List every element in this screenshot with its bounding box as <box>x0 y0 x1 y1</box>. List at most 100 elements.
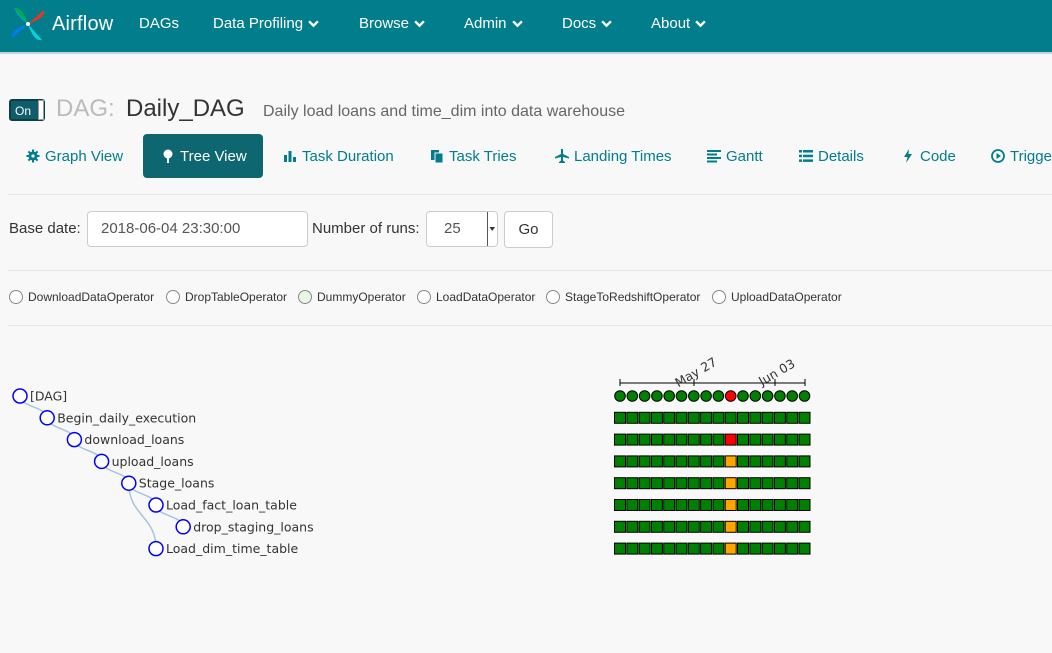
task-instance-square[interactable] <box>786 499 799 511</box>
task-instance-square[interactable] <box>700 499 713 511</box>
dag-run-circle[interactable] <box>614 390 626 402</box>
task-instance-square[interactable] <box>663 542 676 555</box>
nav-dags[interactable]: DAGs <box>139 15 179 32</box>
task-instance-square[interactable] <box>650 433 663 446</box>
task-instance-square[interactable] <box>687 433 700 446</box>
task-instance-square[interactable] <box>798 542 811 555</box>
task-instance-square[interactable] <box>724 433 737 446</box>
nav-docs[interactable]: Docs <box>562 15 612 32</box>
task-instance-square[interactable] <box>663 433 676 446</box>
tab-graph-view[interactable]: Graph View <box>26 134 123 178</box>
task-instance-square[interactable] <box>687 542 700 555</box>
task-instance-square[interactable] <box>786 477 799 490</box>
brand-logo-link[interactable]: Airflow <box>8 4 113 44</box>
task-instance-square[interactable] <box>614 411 626 424</box>
task-instance-square[interactable] <box>786 455 799 468</box>
task-instance-square[interactable] <box>737 499 749 511</box>
task-instance-square[interactable] <box>712 520 725 533</box>
task-instance-square[interactable] <box>675 477 688 490</box>
tree-node-circle[interactable] <box>93 453 110 470</box>
task-instance-square[interactable] <box>786 520 799 533</box>
task-instance-square[interactable] <box>724 477 737 490</box>
task-instance-square[interactable] <box>724 542 737 555</box>
task-instance-square[interactable] <box>712 455 725 468</box>
task-instance-square[interactable] <box>614 433 626 446</box>
task-instance-square[interactable] <box>638 542 651 555</box>
tree-node-circle[interactable] <box>39 410 55 426</box>
task-instance-square[interactable] <box>675 542 688 555</box>
dag-run-circle[interactable] <box>651 390 663 402</box>
task-instance-square[interactable] <box>798 433 811 446</box>
task-instance-square[interactable] <box>786 433 799 446</box>
dag-run-circle[interactable] <box>712 390 725 402</box>
task-instance-square[interactable] <box>786 411 799 424</box>
dag-run-circle[interactable] <box>761 390 774 402</box>
task-instance-square[interactable] <box>773 411 786 424</box>
tree-node-circle[interactable] <box>175 519 191 535</box>
tree-node-circle[interactable] <box>121 475 137 491</box>
task-instance-square[interactable] <box>675 433 688 446</box>
task-instance-square[interactable] <box>737 433 749 446</box>
task-label[interactable]: drop_staging_loans <box>193 519 313 534</box>
task-instance-square[interactable] <box>626 477 639 490</box>
task-instance-square[interactable] <box>614 455 626 468</box>
tab-task-duration[interactable]: Task Duration <box>283 134 394 178</box>
task-instance-square[interactable] <box>687 499 700 511</box>
task-instance-square[interactable] <box>749 542 762 555</box>
task-instance-square[interactable] <box>700 455 713 468</box>
task-instance-square[interactable] <box>650 477 663 490</box>
task-instance-square[interactable] <box>749 520 762 533</box>
task-instance-square[interactable] <box>638 433 651 446</box>
task-instance-square[interactable] <box>650 542 663 555</box>
task-instance-square[interactable] <box>687 455 700 468</box>
task-instance-square[interactable] <box>663 455 676 468</box>
task-instance-square[interactable] <box>712 477 725 490</box>
task-instance-square[interactable] <box>700 477 713 490</box>
tab-code[interactable]: Code <box>901 134 956 178</box>
tab-task-tries[interactable]: Task Tries <box>430 134 517 178</box>
dag-run-circle[interactable] <box>774 390 786 402</box>
tab-tree-view[interactable]: Tree View <box>143 134 263 178</box>
dag-run-circle[interactable] <box>675 390 688 402</box>
task-instance-square[interactable] <box>724 455 737 468</box>
task-label[interactable]: upload_loans <box>112 454 194 469</box>
dag-run-circle[interactable] <box>737 390 749 402</box>
task-instance-square[interactable] <box>749 455 762 468</box>
task-instance-square[interactable] <box>687 477 700 490</box>
task-instance-square[interactable] <box>687 520 700 533</box>
task-instance-square[interactable] <box>638 520 651 533</box>
tab-trigger-dag[interactable]: Trigger DAG <box>991 134 1052 178</box>
task-instance-square[interactable] <box>749 499 762 511</box>
tree-node-circle[interactable] <box>148 497 164 513</box>
task-instance-square[interactable] <box>614 499 626 511</box>
task-instance-square[interactable] <box>638 455 651 468</box>
task-instance-square[interactable] <box>737 477 749 490</box>
nav-admin[interactable]: Admin <box>464 15 523 32</box>
task-instance-square[interactable] <box>749 477 762 490</box>
tree-node-circle[interactable] <box>12 388 28 404</box>
task-instance-square[interactable] <box>761 477 774 490</box>
task-instance-square[interactable] <box>626 411 639 424</box>
task-label[interactable]: Load_dim_time_table <box>166 541 299 556</box>
task-instance-square[interactable] <box>700 542 713 555</box>
tab-landing-times[interactable]: Landing Times <box>555 134 672 178</box>
task-instance-square[interactable] <box>675 499 688 511</box>
task-instance-square[interactable] <box>626 455 639 468</box>
task-instance-square[interactable] <box>675 455 688 468</box>
dag-pause-toggle[interactable]: On <box>9 99 45 121</box>
dag-run-circle[interactable] <box>626 390 639 402</box>
task-instance-square[interactable] <box>798 520 811 533</box>
task-instance-square[interactable] <box>749 433 762 446</box>
dag-run-circle[interactable] <box>638 390 651 402</box>
task-instance-square[interactable] <box>687 411 700 424</box>
task-instance-square[interactable] <box>650 499 663 511</box>
task-instance-square[interactable] <box>614 520 626 533</box>
dag-run-circle[interactable] <box>688 390 700 402</box>
dag-run-circle[interactable] <box>724 390 737 402</box>
task-instance-square[interactable] <box>773 542 786 555</box>
task-label[interactable]: [DAG] <box>30 389 67 404</box>
task-instance-square[interactable] <box>749 411 762 424</box>
task-instance-square[interactable] <box>650 520 663 533</box>
task-instance-square[interactable] <box>614 542 626 555</box>
task-instance-square[interactable] <box>675 520 688 533</box>
